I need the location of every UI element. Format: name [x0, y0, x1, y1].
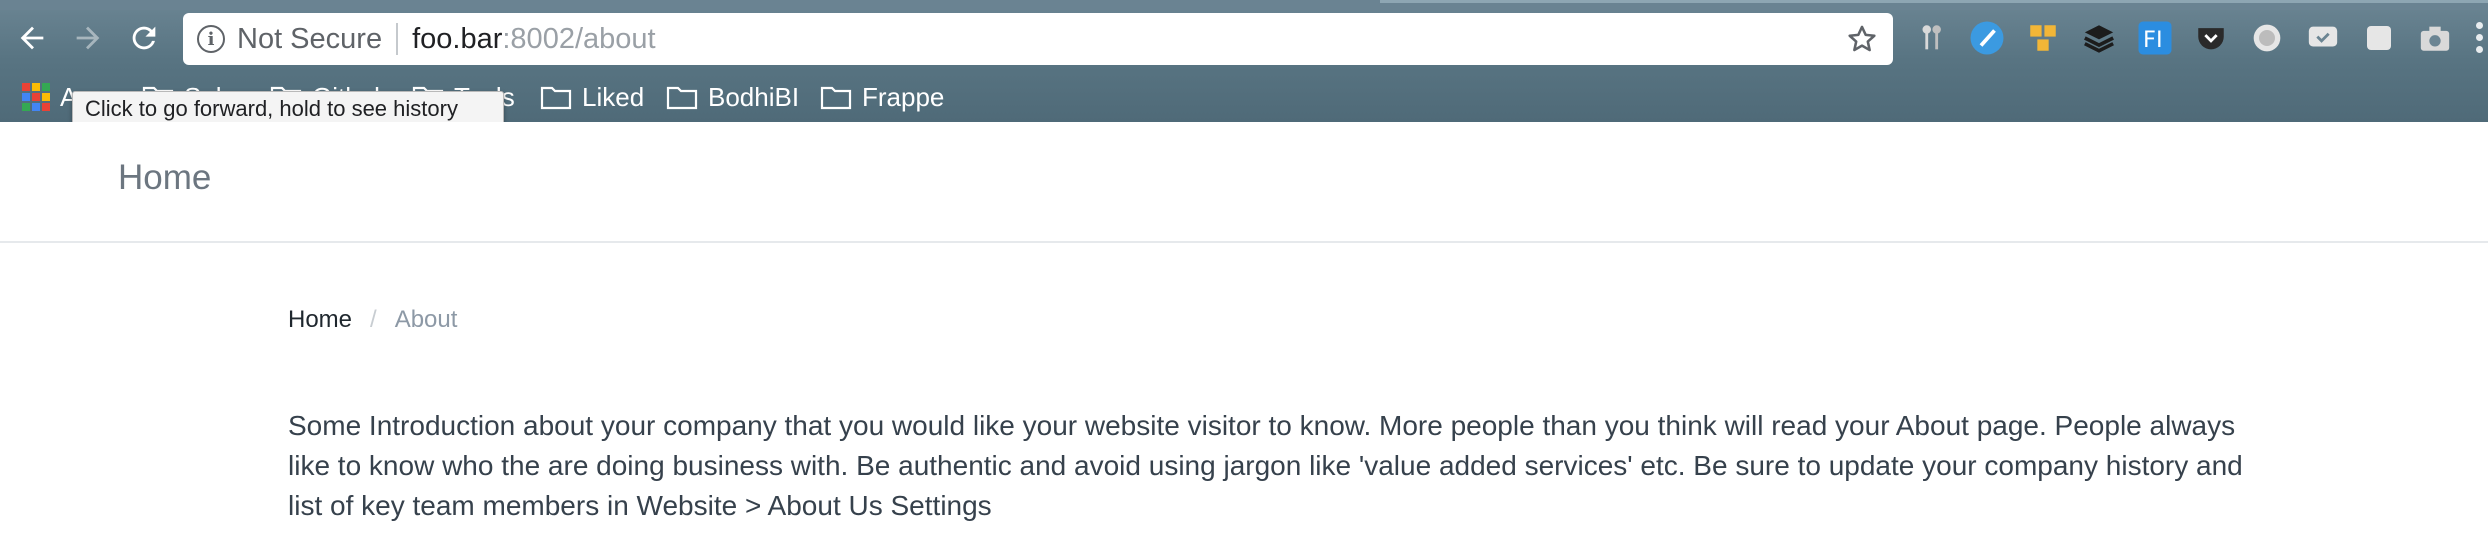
apps-grid-icon: [22, 83, 50, 111]
bookmark-star-icon[interactable]: [1845, 22, 1879, 56]
svg-text:FI: FI: [2143, 27, 2163, 53]
url-text[interactable]: foo.bar:8002/about: [412, 23, 656, 56]
edge-blue-icon[interactable]: [1968, 19, 2006, 57]
bookmark-folder-liked[interactable]: Liked: [540, 78, 644, 116]
breadcrumb: Home / About: [288, 306, 457, 334]
tab-strip-highlight: [1380, 0, 2488, 3]
fi-icon[interactable]: FI: [2136, 19, 2174, 57]
url-host: foo.bar: [412, 22, 503, 55]
arrow-right-icon: [76, 26, 100, 50]
folder-icon: [666, 86, 698, 110]
reload-icon: [132, 26, 156, 50]
chat-icon[interactable]: [2304, 19, 2342, 57]
square-icon[interactable]: [2360, 19, 2398, 57]
bookmark-folder-frappe[interactable]: Frappe: [820, 78, 944, 116]
folder-icon: [820, 86, 852, 110]
bookmark-label: Liked: [582, 81, 645, 112]
honeycomb-icon[interactable]: [2024, 19, 2062, 57]
forward-button[interactable]: [66, 16, 110, 60]
menu-icon[interactable]: [2476, 22, 2488, 56]
breadcrumb-home-link[interactable]: Home: [288, 306, 352, 334]
breadcrumb-current: About: [394, 306, 458, 333]
bookmark-folder-bodhibi[interactable]: BodhiBI: [666, 78, 799, 116]
navbar-brand[interactable]: Home: [118, 158, 211, 198]
omnibox-divider: [396, 23, 399, 55]
camera-icon[interactable]: [2416, 19, 2454, 57]
site-navbar: Home: [0, 122, 2488, 243]
back-button[interactable]: [10, 16, 54, 60]
address-bar[interactable]: i Not Secure foo.bar:8002/about: [183, 13, 1893, 65]
security-label[interactable]: Not Secure: [237, 23, 382, 56]
url-path: :8002/about: [502, 22, 656, 55]
about-intro-text: Some Introduction about your company tha…: [288, 410, 2243, 521]
layers-icon[interactable]: [2080, 19, 2118, 57]
info-icon[interactable]: i: [197, 25, 225, 53]
circle-icon[interactable]: [2248, 19, 2286, 57]
bookmark-label: BodhiBI: [708, 81, 800, 112]
keys-icon[interactable]: [1912, 19, 1950, 57]
folder-icon: [540, 86, 572, 110]
breadcrumb-separator: /: [370, 306, 377, 333]
arrow-left-icon: [20, 26, 44, 50]
bookmark-label: Frappe: [862, 81, 945, 112]
reload-button[interactable]: [122, 16, 166, 60]
pocket-icon[interactable]: [2192, 19, 2230, 57]
